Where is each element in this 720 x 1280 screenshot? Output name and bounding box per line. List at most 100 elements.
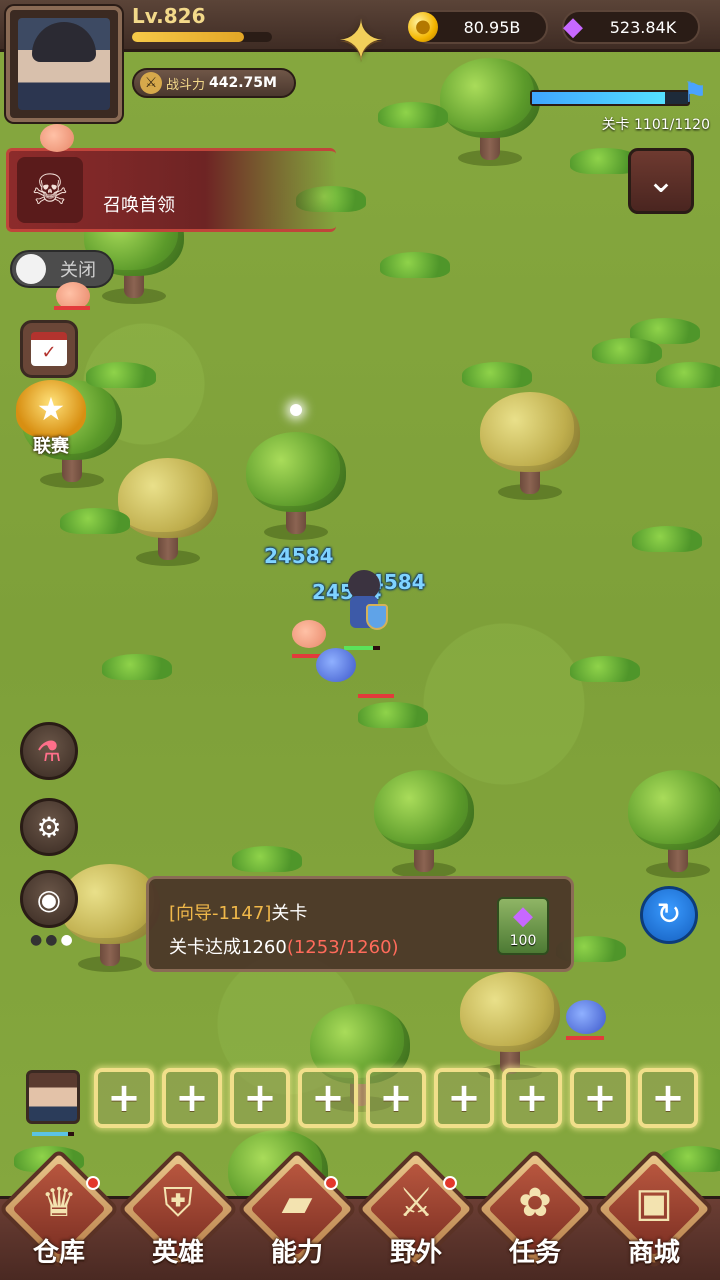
gem-icon: ◆ (563, 12, 583, 42)
hero-character (340, 570, 388, 636)
notification-badge (86, 1176, 100, 1190)
bush (656, 362, 720, 388)
tree (118, 458, 218, 568)
bush (592, 338, 662, 364)
empty-team-slot[interactable]: + (638, 1068, 698, 1128)
potion-button[interactable]: ⚗ (20, 722, 78, 780)
quest-tag: [向导-1147] (169, 903, 272, 924)
quest-reward[interactable]: ◆ 100 (497, 897, 549, 955)
nav-button[interactable]: ✿ 任务 (474, 1148, 596, 1280)
league-label: 联赛 (33, 436, 69, 457)
auto-battle-refresh-button[interactable]: ↻ (640, 886, 698, 944)
shop-chest-icon: ▣ (635, 1180, 673, 1226)
quest-title: [向导-1147]关卡 (169, 899, 307, 925)
hero-hp-bar (344, 646, 380, 650)
player-avatar[interactable] (6, 6, 122, 122)
combat-power-value: 442.75M (209, 75, 277, 91)
xp-bar (132, 32, 272, 42)
bush (462, 362, 532, 388)
tree (60, 864, 160, 974)
refresh-icon: ↻ (656, 897, 682, 932)
combat-power[interactable]: ⚔ 战斗力 442.75M (132, 68, 296, 98)
pig-monster (40, 124, 74, 152)
gold-coin-icon: ● (408, 12, 438, 42)
auto-toggle[interactable]: 关闭 (10, 250, 114, 288)
hero-helmet-icon: ⛨ (163, 1180, 193, 1226)
rank-emblem[interactable]: ✦ (326, 6, 396, 86)
quest-goal: 关卡达成1260(1253/1260) (169, 933, 399, 959)
monster-hp-bar (566, 1036, 604, 1040)
pig-monster (292, 620, 326, 648)
nav-button-label: 仓库 (32, 1238, 85, 1268)
damage-number: 24584 (264, 544, 334, 568)
empty-team-slot[interactable]: + (298, 1068, 358, 1128)
gem-value: 523.84K (609, 17, 677, 37)
sparkle (290, 404, 302, 416)
gear-icon: ⚙ (36, 810, 62, 844)
empty-team-slot[interactable]: + (434, 1068, 494, 1128)
chevron-down-icon: ⌄ (646, 161, 676, 201)
nav-button-label: 野外 (389, 1238, 442, 1268)
bush (232, 846, 302, 872)
bush (378, 102, 448, 128)
empty-team-slot[interactable]: + (94, 1068, 154, 1128)
stage-progress-fill (532, 92, 665, 104)
collapse-menu-button[interactable]: ⌄ (628, 148, 694, 214)
camera-button[interactable]: ◉ (20, 870, 78, 928)
quest-panel[interactable]: [向导-1147]关卡 关卡达成1260(1253/1260) ◆ 100 (146, 876, 574, 972)
notification-badge (324, 1176, 338, 1190)
camera-icon: ◉ (36, 882, 62, 916)
empty-team-slot[interactable]: + (502, 1068, 562, 1128)
player-portrait (18, 18, 110, 110)
gold-counter[interactable]: ● 80.95B (408, 10, 548, 44)
team-hero-avatar[interactable] (26, 1070, 80, 1124)
toggle-label: 关闭 (60, 260, 96, 281)
nav-button-label: 英雄 (151, 1238, 204, 1268)
league-crest-icon: ★ (16, 380, 86, 438)
calendar-check-icon: ✓ (31, 332, 67, 366)
demon-skull-icon: ☠ (17, 157, 83, 223)
gem-counter[interactable]: ◆ 523.84K (562, 10, 700, 44)
nav-button-label: 商城 (627, 1238, 680, 1268)
calendar-button[interactable]: ✓ (20, 320, 78, 378)
bush (380, 252, 450, 278)
tree (460, 972, 560, 1082)
nav-button[interactable]: ⛨ 英雄 (117, 1148, 239, 1280)
quest-name: 关卡 (271, 903, 308, 924)
quest-scroll-icon: ✿ (518, 1180, 552, 1226)
nav-button-label: 能力 (270, 1238, 323, 1268)
quest-reward-amount: 100 (509, 933, 537, 949)
empty-team-slot[interactable]: + (230, 1068, 290, 1128)
bush (102, 654, 172, 680)
empty-team-slot[interactable]: + (162, 1068, 222, 1128)
bush (60, 508, 130, 534)
notification-badge (443, 1176, 457, 1190)
empty-team-slot[interactable]: + (570, 1068, 630, 1128)
tree (480, 392, 580, 502)
gold-value: 80.95B (463, 17, 521, 37)
bush (86, 362, 156, 388)
team-hero-hp-bar (32, 1132, 74, 1136)
potion-icon: ⚗ (36, 734, 62, 768)
nav-button[interactable]: ⚔ 野外 (355, 1148, 477, 1280)
xp-bar-fill (132, 32, 244, 42)
league-button[interactable]: ★ 联赛 (10, 380, 92, 460)
tree (440, 58, 540, 168)
bush (358, 702, 428, 728)
tree (246, 432, 346, 542)
sword-icon: ⚔ (140, 72, 162, 94)
nav-button[interactable]: ♛ 仓库 (0, 1148, 120, 1280)
tree (628, 770, 720, 880)
summon-boss-button[interactable]: ☠ 召唤首领 (6, 148, 336, 232)
stage-progress-text: 关卡 1101/1120 (601, 117, 710, 133)
blue-monster (316, 648, 356, 682)
tree (374, 770, 474, 880)
combat-power-label: 战斗力 (166, 77, 206, 93)
bush (632, 526, 702, 552)
bush (570, 656, 640, 682)
nav-button[interactable]: ▰ 能力 (236, 1148, 358, 1280)
empty-team-slot[interactable]: + (366, 1068, 426, 1128)
page-indicator: ●●● (30, 932, 76, 948)
settings-button[interactable]: ⚙ (20, 798, 78, 856)
nav-button[interactable]: ▣ 商城 (593, 1148, 715, 1280)
